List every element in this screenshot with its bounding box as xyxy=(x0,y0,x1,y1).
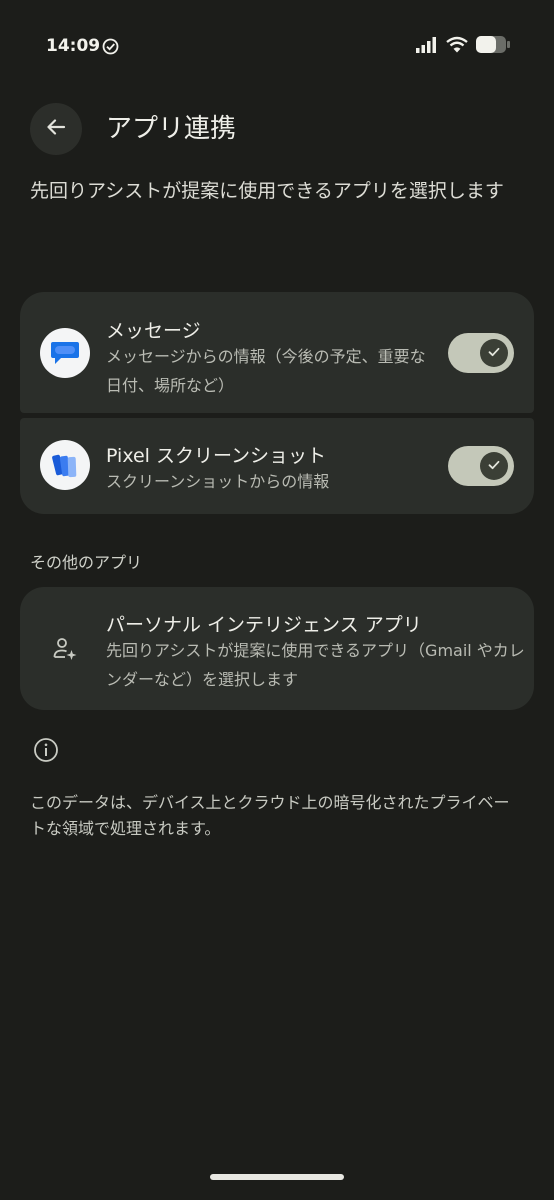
arrow-back-icon xyxy=(45,116,67,142)
toggle-knob xyxy=(480,452,508,480)
section-header-other-apps: その他のアプリ xyxy=(30,553,143,572)
battery-icon xyxy=(476,36,510,57)
app-row-pixel-screenshots[interactable]: Pixel スクリーンショット スクリーンショットからの情報 xyxy=(20,418,534,514)
app-title: メッセージ xyxy=(106,320,201,342)
page-subtitle: 先回りアシストが提案に使用できるアプリを選択します xyxy=(30,180,504,202)
messages-toggle[interactable] xyxy=(448,333,514,373)
status-icons xyxy=(416,36,510,57)
wifi-icon xyxy=(446,36,468,57)
item-description: 先回りアシストが提案に使用できるアプリ（Gmail やカレンダーなど）を選択しま… xyxy=(106,641,525,689)
home-indicator[interactable] xyxy=(210,1174,344,1180)
toggle-knob xyxy=(480,339,508,367)
app-description: スクリーンショットからの情報 xyxy=(106,472,330,491)
app-row-messages[interactable]: メッセージ メッセージからの情報（今後の予定、重要な日付、場所など） xyxy=(20,292,534,413)
check-icon xyxy=(487,457,501,476)
messages-app-icon xyxy=(40,328,90,378)
check-circle-icon xyxy=(102,38,119,59)
app-description: メッセージからの情報（今後の予定、重要な日付、場所など） xyxy=(106,347,426,395)
check-icon xyxy=(487,344,501,363)
app-title: Pixel スクリーンショット xyxy=(106,445,327,467)
pixel-screenshots-app-icon xyxy=(40,440,90,490)
cellular-signal-icon xyxy=(416,36,438,57)
privacy-note: このデータは、デバイス上とクラウド上の暗号化されたプライベートな領域で処理されま… xyxy=(30,793,510,838)
status-bar: 14:09 xyxy=(0,0,554,92)
person-sparkle-icon xyxy=(52,636,78,666)
status-time: 14:09 xyxy=(46,36,101,56)
back-button[interactable] xyxy=(30,103,82,155)
personal-intelligence-apps-item[interactable]: パーソナル インテリジェンス アプリ 先回りアシストが提案に使用できるアプリ（G… xyxy=(20,587,534,710)
page-title: アプリ連携 xyxy=(106,114,237,144)
item-title: パーソナル インテリジェンス アプリ xyxy=(106,614,422,636)
info-icon xyxy=(33,737,59,767)
pixel-screenshots-toggle[interactable] xyxy=(448,446,514,486)
